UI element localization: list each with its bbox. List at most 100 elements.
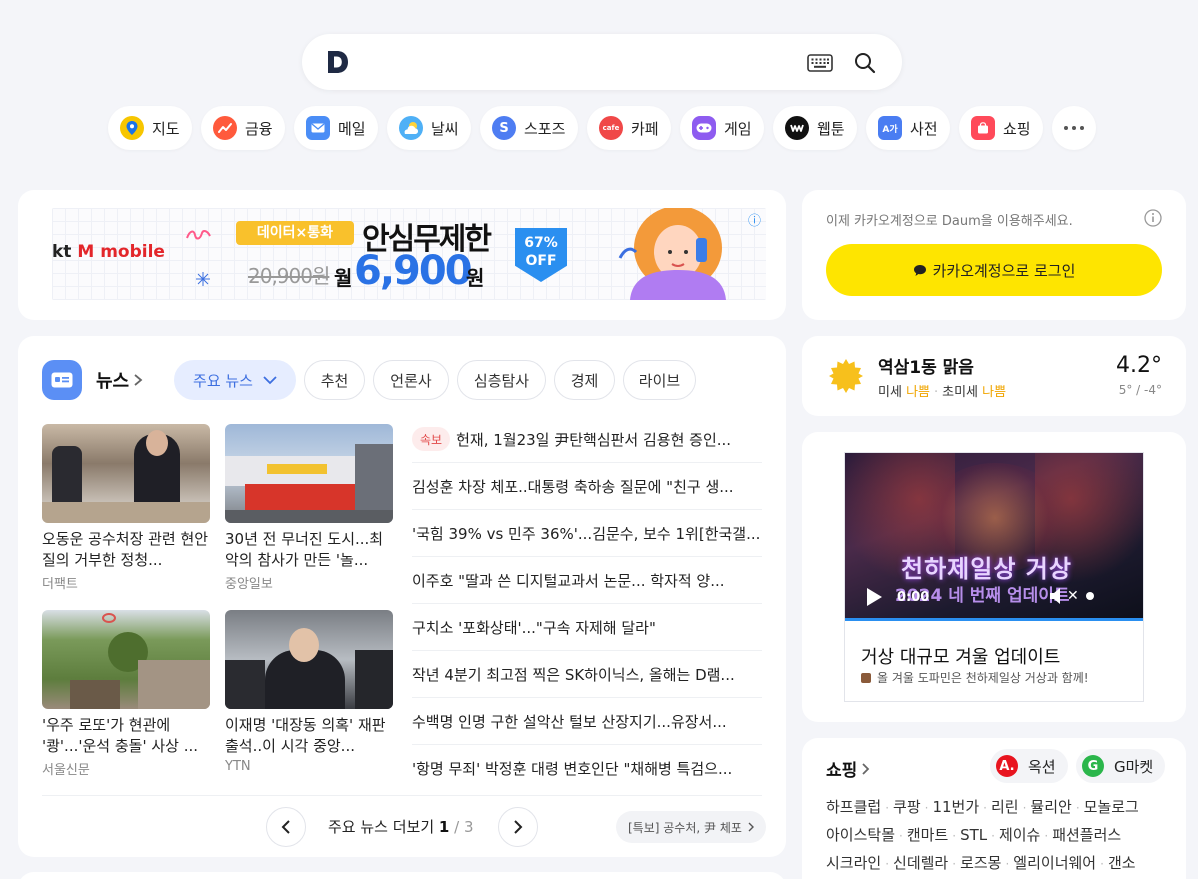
news-thumbnail (42, 424, 210, 523)
service-weather[interactable]: 날씨 (387, 106, 471, 150)
prev-page-button[interactable] (266, 807, 306, 847)
info-icon[interactable] (1144, 209, 1162, 227)
chevron-right-icon (862, 762, 870, 775)
service-finance[interactable]: 금융 (201, 106, 285, 150)
service-label: 사전 (910, 119, 938, 138)
mail-icon (306, 116, 330, 140)
news-thumbnail (225, 424, 393, 523)
shop-link[interactable]: 시크라인 (826, 854, 881, 872)
news-card: 뉴스 주요 뉴스 추천 언론사 심층탐사 경제 라이브 오동운 공수처장 관련 … (18, 336, 786, 857)
news-divider (42, 795, 762, 796)
shop-link[interactable]: 모놀로그 (1084, 798, 1139, 816)
dictionary-icon: A가 (878, 116, 902, 140)
shop-link[interactable]: 갠소 (1108, 854, 1136, 872)
volume-slider[interactable] (1086, 592, 1094, 600)
video-title: 천하제일상 거상 (901, 555, 1072, 583)
video-caption: 거상 대규모 겨울 업데이트 (861, 647, 1061, 668)
tab-main-news[interactable]: 주요 뉴스 (174, 360, 296, 400)
search-bar[interactable] (302, 34, 902, 90)
news-thumb-item[interactable]: 30년 전 무너진 도시...최악의 참사가 만든 '놀... 중앙일보 (225, 424, 393, 592)
headline-item[interactable]: '항명 무죄' 박정훈 대령 변호인단 "채해병 특검으... (412, 745, 762, 792)
weather-card[interactable]: 역삼1동 맑음 미세 나쁨 · 초미세 나쁨 4.2° 5° / -4° (802, 336, 1186, 416)
daum-logo-icon (328, 51, 348, 73)
service-cafe[interactable]: cafe 카페 (587, 106, 671, 150)
special-report-link[interactable]: [특보] 공수처, 尹 체포 (616, 811, 766, 843)
service-webtoon[interactable]: 웹툰 (773, 106, 857, 150)
thumb-source: YTN (225, 759, 251, 774)
service-label: 스포즈 (524, 119, 566, 138)
next-section-card (18, 872, 786, 879)
kakao-login-button[interactable]: 카카오계정으로 로그인 (826, 244, 1162, 296)
service-game[interactable]: 게임 (680, 106, 764, 150)
ad-old-price: 20,900원 (248, 264, 330, 288)
play-icon[interactable] (865, 587, 883, 607)
more-services-button[interactable] (1052, 106, 1096, 150)
ad-info-close[interactable]: ⓘ ✕ (748, 210, 766, 229)
shop-link[interactable]: 제이슈 (999, 826, 1040, 844)
headline-item[interactable]: 김성훈 차장 체포..대통령 축하송 질문에 "친구 생... (412, 463, 762, 510)
news-header[interactable]: 뉴스 (42, 360, 143, 400)
video-ad[interactable]: 천하제일상 거상 2024 네 번째 업데이트 0:00 ✕ 거상 대규모 겨울… (844, 452, 1144, 702)
video-subcaption: 올 겨울 도파민은 천하제일상 거상과 함께! (861, 669, 1089, 686)
service-sports[interactable]: S 스포즈 (480, 106, 578, 150)
news-thumb-item[interactable]: '우주 로또'가 현관에 '쾅'...'운석 충돌' 사상 ... 서울신문 (42, 610, 210, 778)
auction-link[interactable]: A. 옥션 (990, 749, 1068, 783)
tab-economy[interactable]: 경제 (554, 360, 615, 400)
game-icon (692, 116, 716, 140)
ad-person-illustration (618, 208, 726, 300)
news-thumb-item[interactable]: 오동운 공수처장 관련 현안질의 거부한 정청... 더팩트 (42, 424, 210, 592)
headline-item[interactable]: 속보 헌재, 1월23일 尹탄핵심판서 김용현 증인... (412, 416, 762, 463)
volume-icon[interactable] (1049, 587, 1065, 605)
shop-link[interactable]: 패션플러스 (1052, 826, 1121, 844)
gmarket-logo-icon: G (1082, 755, 1104, 777)
game-logo-icon (861, 673, 871, 683)
shop-link[interactable]: 11번가 (932, 798, 979, 816)
more-news-link[interactable]: 주요 뉴스 더보기 1 / 3 (328, 816, 474, 837)
shop-link[interactable]: 로즈몽 (960, 854, 1001, 872)
next-page-button[interactable] (498, 807, 538, 847)
temperature-range: 5° / -4° (1118, 383, 1162, 397)
gmarket-link[interactable]: G G마켓 (1076, 749, 1166, 783)
keyboard-icon[interactable] (807, 54, 833, 72)
video-progress-bar[interactable] (845, 618, 1143, 621)
service-mail[interactable]: 메일 (294, 106, 378, 150)
headline-item[interactable]: '국힘 39% vs 민주 36%'...김문수, 보수 1위[한국갤... (412, 510, 762, 557)
shop-link[interactable]: 뮬리안 (1030, 798, 1071, 816)
ad-won: 원 (466, 266, 485, 290)
tab-live[interactable]: 라이브 (623, 360, 696, 400)
shop-link[interactable]: 리린 (991, 798, 1019, 816)
shop-link[interactable]: 신데렐라 (893, 854, 948, 872)
service-dictionary[interactable]: A가 사전 (866, 106, 950, 150)
headline-item[interactable]: 작년 4분기 최고점 찍은 SK하이닉스, 올해는 D램... (412, 651, 762, 698)
weather-title: 역삼1동 맑음 (878, 358, 974, 378)
page-current: 1 (438, 818, 450, 836)
tab-recommend[interactable]: 추천 (304, 360, 365, 400)
thumb-source: 더팩트 (42, 577, 78, 592)
finance-chart-icon (213, 116, 237, 140)
headline-item[interactable]: 수백명 인명 구한 설악산 털보 산장지기...유장서... (412, 698, 762, 745)
tab-indepth[interactable]: 심층탐사 (457, 360, 546, 400)
shopping-title[interactable]: 쇼핑 (826, 756, 870, 781)
shop-row: 하프클럽 · 쿠팡 · 11번가 · 리린 · 뮬리안 · 모놀로그 (826, 798, 1139, 816)
chevron-right-icon (748, 822, 754, 832)
service-shopping[interactable]: 쇼핑 (959, 106, 1043, 150)
shop-link[interactable]: STL (960, 826, 987, 844)
shop-link[interactable]: 하프클럽 (826, 798, 881, 816)
ad-banner-card[interactable]: kt M mobile 데이터×통화 안심무제한 20,900원 월 6,900… (18, 190, 786, 320)
thumb-source: 중앙일보 (225, 577, 273, 592)
headline-item[interactable]: 구치소 '포화상태'..."구속 자제해 달라" (412, 604, 762, 651)
search-icon[interactable] (854, 52, 876, 74)
ad-banner[interactable]: kt M mobile 데이터×통화 안심무제한 20,900원 월 6,900… (52, 208, 766, 300)
shop-link[interactable]: 아이스탁몰 (826, 826, 895, 844)
headline-item[interactable]: 이주호 "딸과 쓴 디지털교과서 논문... 학자적 양... (412, 557, 762, 604)
ad-squiggle-icon (186, 230, 211, 240)
shop-link[interactable]: 엘리이너웨어 (1013, 854, 1096, 872)
video-player[interactable]: 천하제일상 거상 2024 네 번째 업데이트 0:00 ✕ (845, 453, 1143, 621)
service-map[interactable]: 지도 (108, 106, 192, 150)
news-thumbnail (225, 610, 393, 709)
service-label: 금융 (245, 119, 273, 138)
tab-press[interactable]: 언론사 (373, 360, 449, 400)
news-thumb-item[interactable]: 이재명 '대장동 의혹' 재판 출석..이 시각 중앙... YTN (225, 610, 393, 774)
shop-link[interactable]: 쿠팡 (893, 798, 921, 816)
shop-link[interactable]: 캔마트 (907, 826, 948, 844)
